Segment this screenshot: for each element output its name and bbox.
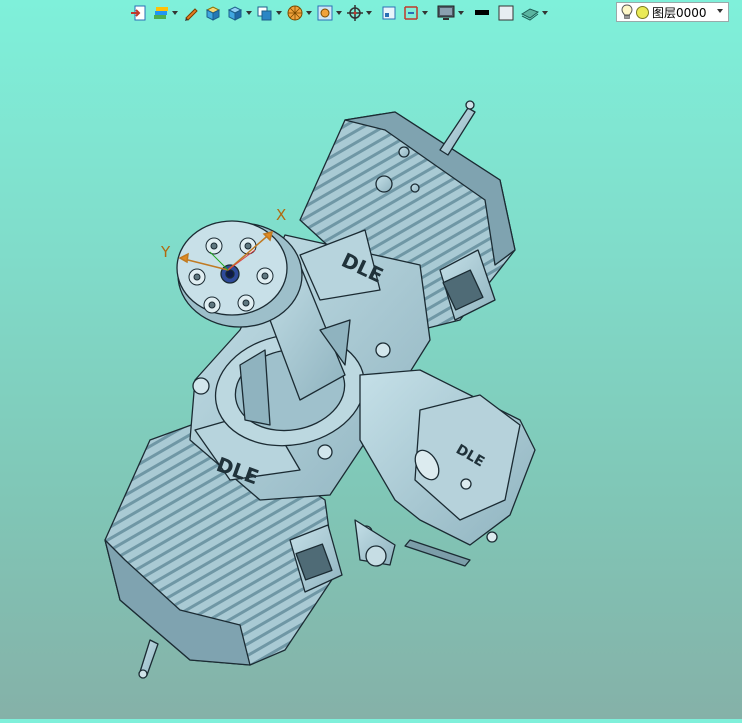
chevron-down-icon <box>422 11 428 15</box>
shaded-cube-icon <box>257 6 272 21</box>
layer-color-swatch <box>636 5 649 19</box>
shaded-cube-button[interactable] <box>256 2 282 24</box>
chevron-down-icon <box>366 11 372 15</box>
plane-button[interactable] <box>520 2 548 24</box>
image-frame-icon <box>317 5 333 21</box>
crosshair-button[interactable] <box>346 2 372 24</box>
image-frame-button[interactable] <box>316 2 342 24</box>
view-cube-icon <box>227 6 243 21</box>
fill-color-button[interactable] <box>496 2 516 24</box>
chevron-down-icon <box>246 11 252 15</box>
frame-button[interactable] <box>380 2 398 24</box>
import-icon <box>131 5 146 21</box>
solid-box-icon <box>205 6 221 21</box>
solid-box-button[interactable] <box>204 2 222 24</box>
y-axis-label: Y <box>161 243 171 261</box>
chevron-down-icon <box>458 11 464 15</box>
line-color-button[interactable] <box>472 2 492 24</box>
chevron-down-icon <box>336 11 342 15</box>
layers-color-icon <box>154 7 168 19</box>
line-color-icon <box>475 10 489 15</box>
engine-model: DLE DLE DLE <box>104 100 536 679</box>
render-sphere-icon <box>287 5 303 21</box>
chevron-down-icon <box>172 11 178 15</box>
chevron-down-icon <box>306 11 312 15</box>
chevron-down-icon <box>276 11 282 15</box>
render-sphere-button[interactable] <box>286 2 312 24</box>
monitor-icon <box>437 5 455 20</box>
x-axis-label: X <box>276 206 287 224</box>
3d-viewport[interactable]: DLE DLE DLE X Y <box>0 26 742 719</box>
dimension-button[interactable] <box>402 2 428 24</box>
layer-select[interactable]: 图层0000 <box>616 2 729 22</box>
layers-color-button[interactable] <box>152 2 178 24</box>
layer-name: 图层0000 <box>652 5 707 20</box>
pencil-icon <box>185 8 198 21</box>
chevron-down-icon[interactable] <box>717 9 723 13</box>
crosshair-icon <box>347 5 363 21</box>
pencil-button[interactable] <box>182 2 200 24</box>
dimension-icon <box>404 6 418 20</box>
carburetor <box>354 369 536 567</box>
frame-icon <box>382 6 396 20</box>
view-cube-button[interactable] <box>226 2 252 24</box>
lightbulb-icon <box>621 4 633 19</box>
fill-color-icon <box>498 5 514 21</box>
import-button[interactable] <box>130 2 148 24</box>
monitor-button[interactable] <box>436 2 464 24</box>
chevron-down-icon <box>542 11 548 15</box>
plane-icon <box>520 8 540 21</box>
